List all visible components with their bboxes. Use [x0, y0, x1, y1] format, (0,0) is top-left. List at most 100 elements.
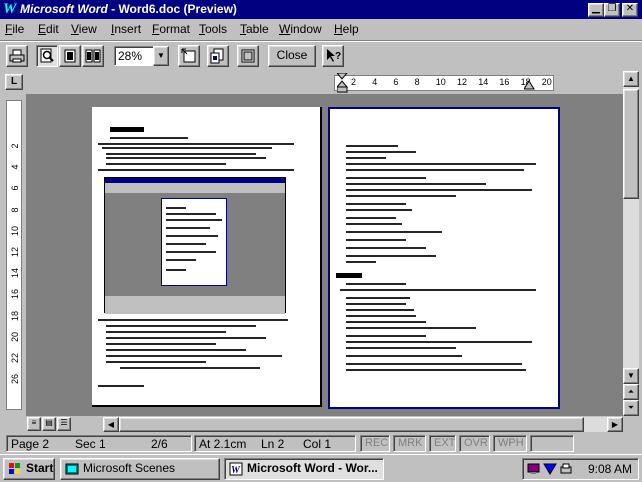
- start-button[interactable]: Start: [3, 458, 55, 480]
- task-microsoft-word[interactable]: W Microsoft Word - Wor...: [224, 458, 384, 480]
- display-settings-icon[interactable]: [527, 462, 541, 476]
- text-line: [166, 219, 222, 221]
- task-microsoft-scenes[interactable]: Microsoft Scenes: [60, 458, 220, 480]
- zoom-dropdown-button[interactable]: ▼: [153, 46, 169, 66]
- text-line: [346, 347, 456, 349]
- scenes-app-icon: [65, 463, 79, 475]
- ruler-tick-label: 14: [10, 268, 20, 279]
- text-line: [106, 153, 256, 155]
- horizontal-scroll-thumb[interactable]: [119, 417, 584, 432]
- close-window-button[interactable]: ✕: [622, 3, 638, 17]
- embedded-page: [161, 198, 227, 286]
- next-page-button[interactable]: ⏷: [623, 400, 639, 416]
- print-icon: [9, 49, 25, 63]
- outline-view-icon: ☰: [60, 418, 68, 427]
- arrow-up-icon: ▲: [627, 74, 635, 83]
- status-page-section: Page 2 Sec 1 2/6: [6, 435, 192, 452]
- scroll-left-button[interactable]: ◀: [103, 417, 119, 432]
- text-line: [346, 341, 532, 343]
- horizontal-ruler[interactable]: 2 4 6 8 10 12 14 16 18 20: [334, 75, 554, 91]
- vertical-scrollbar[interactable]: ▲ ▼ ⏶ ⏷: [623, 71, 639, 416]
- ruler-tick-label: 2: [10, 143, 20, 149]
- page-layout-view-button[interactable]: ▤: [42, 417, 56, 431]
- taskbar-clock[interactable]: 9:08 AM: [588, 462, 632, 476]
- status-mrk[interactable]: MRK: [393, 435, 426, 452]
- text-line: [106, 343, 216, 345]
- ruler-tick-label: 4: [10, 164, 20, 170]
- status-ovr[interactable]: OVR: [459, 435, 490, 452]
- menu-window[interactable]: Window: [279, 22, 322, 36]
- text-line: [106, 163, 226, 165]
- one-page-button[interactable]: [59, 45, 81, 67]
- menu-help[interactable]: Help: [334, 22, 359, 36]
- preview-area[interactable]: [26, 94, 623, 416]
- ruler-tick-label: 4: [372, 77, 378, 87]
- text-line: [166, 227, 210, 229]
- start-label: Start: [26, 461, 54, 475]
- restore-button[interactable]: ❐: [604, 3, 620, 17]
- text-line: [346, 177, 426, 179]
- context-help-button[interactable]: ?: [322, 45, 344, 67]
- status-wph[interactable]: WPH: [493, 435, 527, 452]
- vertical-scroll-thumb[interactable]: [623, 89, 639, 199]
- tab-alignment-selector[interactable]: L: [5, 74, 23, 90]
- ruler-tick-label: 20: [541, 77, 552, 87]
- full-screen-icon: [241, 49, 255, 63]
- menu-tools[interactable]: Tools: [199, 22, 227, 36]
- text-line: [106, 361, 206, 363]
- status-rec[interactable]: REC: [360, 435, 390, 452]
- outline-view-button[interactable]: ☰: [57, 417, 71, 431]
- indent-marker-icon[interactable]: [337, 73, 349, 93]
- minimize-icon: ▁: [592, 3, 600, 14]
- page-preview-2[interactable]: [328, 107, 560, 409]
- magnifier-button[interactable]: [36, 45, 58, 67]
- ruler-tick-label: 6: [393, 77, 399, 87]
- vertical-ruler[interactable]: 2 4 6 8 10 12 14 16 18 20 22 26: [6, 100, 22, 410]
- ruler-tick-label: 10: [435, 77, 446, 87]
- menu-file[interactable]: File: [5, 22, 24, 36]
- status-at: At 2.1cm: [199, 437, 247, 451]
- normal-view-button[interactable]: ≡: [27, 417, 41, 431]
- print-button[interactable]: [6, 45, 28, 67]
- menu-edit[interactable]: Edit: [38, 22, 59, 36]
- close-preview-button[interactable]: Close: [268, 45, 316, 67]
- text-line: [346, 255, 436, 257]
- shrink-to-fit-button[interactable]: [207, 45, 229, 67]
- status-ext[interactable]: EXT: [429, 435, 456, 452]
- menu-view[interactable]: View: [71, 22, 97, 36]
- zoom-input[interactable]: 28%: [114, 46, 154, 66]
- shrink-to-fit-icon: [210, 48, 224, 64]
- text-line: [166, 243, 206, 245]
- text-line: [340, 289, 536, 291]
- horizontal-scrollbar[interactable]: ◀ ▶: [103, 417, 623, 432]
- text-line: [346, 169, 524, 171]
- menu-bar: File Edit View Insert Format Tools Table Window…: [0, 19, 642, 39]
- chevron-down-icon: ▼: [157, 51, 165, 60]
- magnifier-icon: [40, 48, 54, 63]
- scroll-right-button[interactable]: ▶: [607, 417, 623, 432]
- scroll-up-button[interactable]: ▲: [623, 71, 639, 87]
- full-screen-button[interactable]: [237, 45, 259, 67]
- network-icon[interactable]: [543, 462, 557, 476]
- scroll-down-button[interactable]: ▼: [623, 368, 639, 384]
- view-ruler-button[interactable]: [178, 45, 200, 67]
- status-page-count: 2/6: [151, 437, 168, 451]
- text-line: [346, 363, 522, 365]
- menu-insert[interactable]: Insert: [111, 22, 141, 36]
- page-preview-1[interactable]: [92, 107, 322, 407]
- text-line: [102, 147, 272, 149]
- double-down-icon: ⏷: [627, 403, 635, 412]
- printer-tray-icon[interactable]: [559, 462, 573, 476]
- text-line: [346, 183, 486, 185]
- previous-page-button[interactable]: ⏶: [623, 384, 639, 400]
- word-logo-icon: W: [3, 1, 17, 17]
- text-line: [346, 261, 376, 263]
- right-indent-marker-icon[interactable]: [524, 79, 536, 91]
- task-label: Microsoft Word - Wor...: [247, 461, 378, 475]
- menu-table[interactable]: Table: [240, 22, 269, 36]
- status-extra: [530, 435, 574, 452]
- text-line: [110, 137, 188, 139]
- multiple-pages-button[interactable]: [82, 45, 104, 67]
- minimize-button[interactable]: ▁: [588, 3, 604, 17]
- menu-format[interactable]: Format: [152, 22, 190, 36]
